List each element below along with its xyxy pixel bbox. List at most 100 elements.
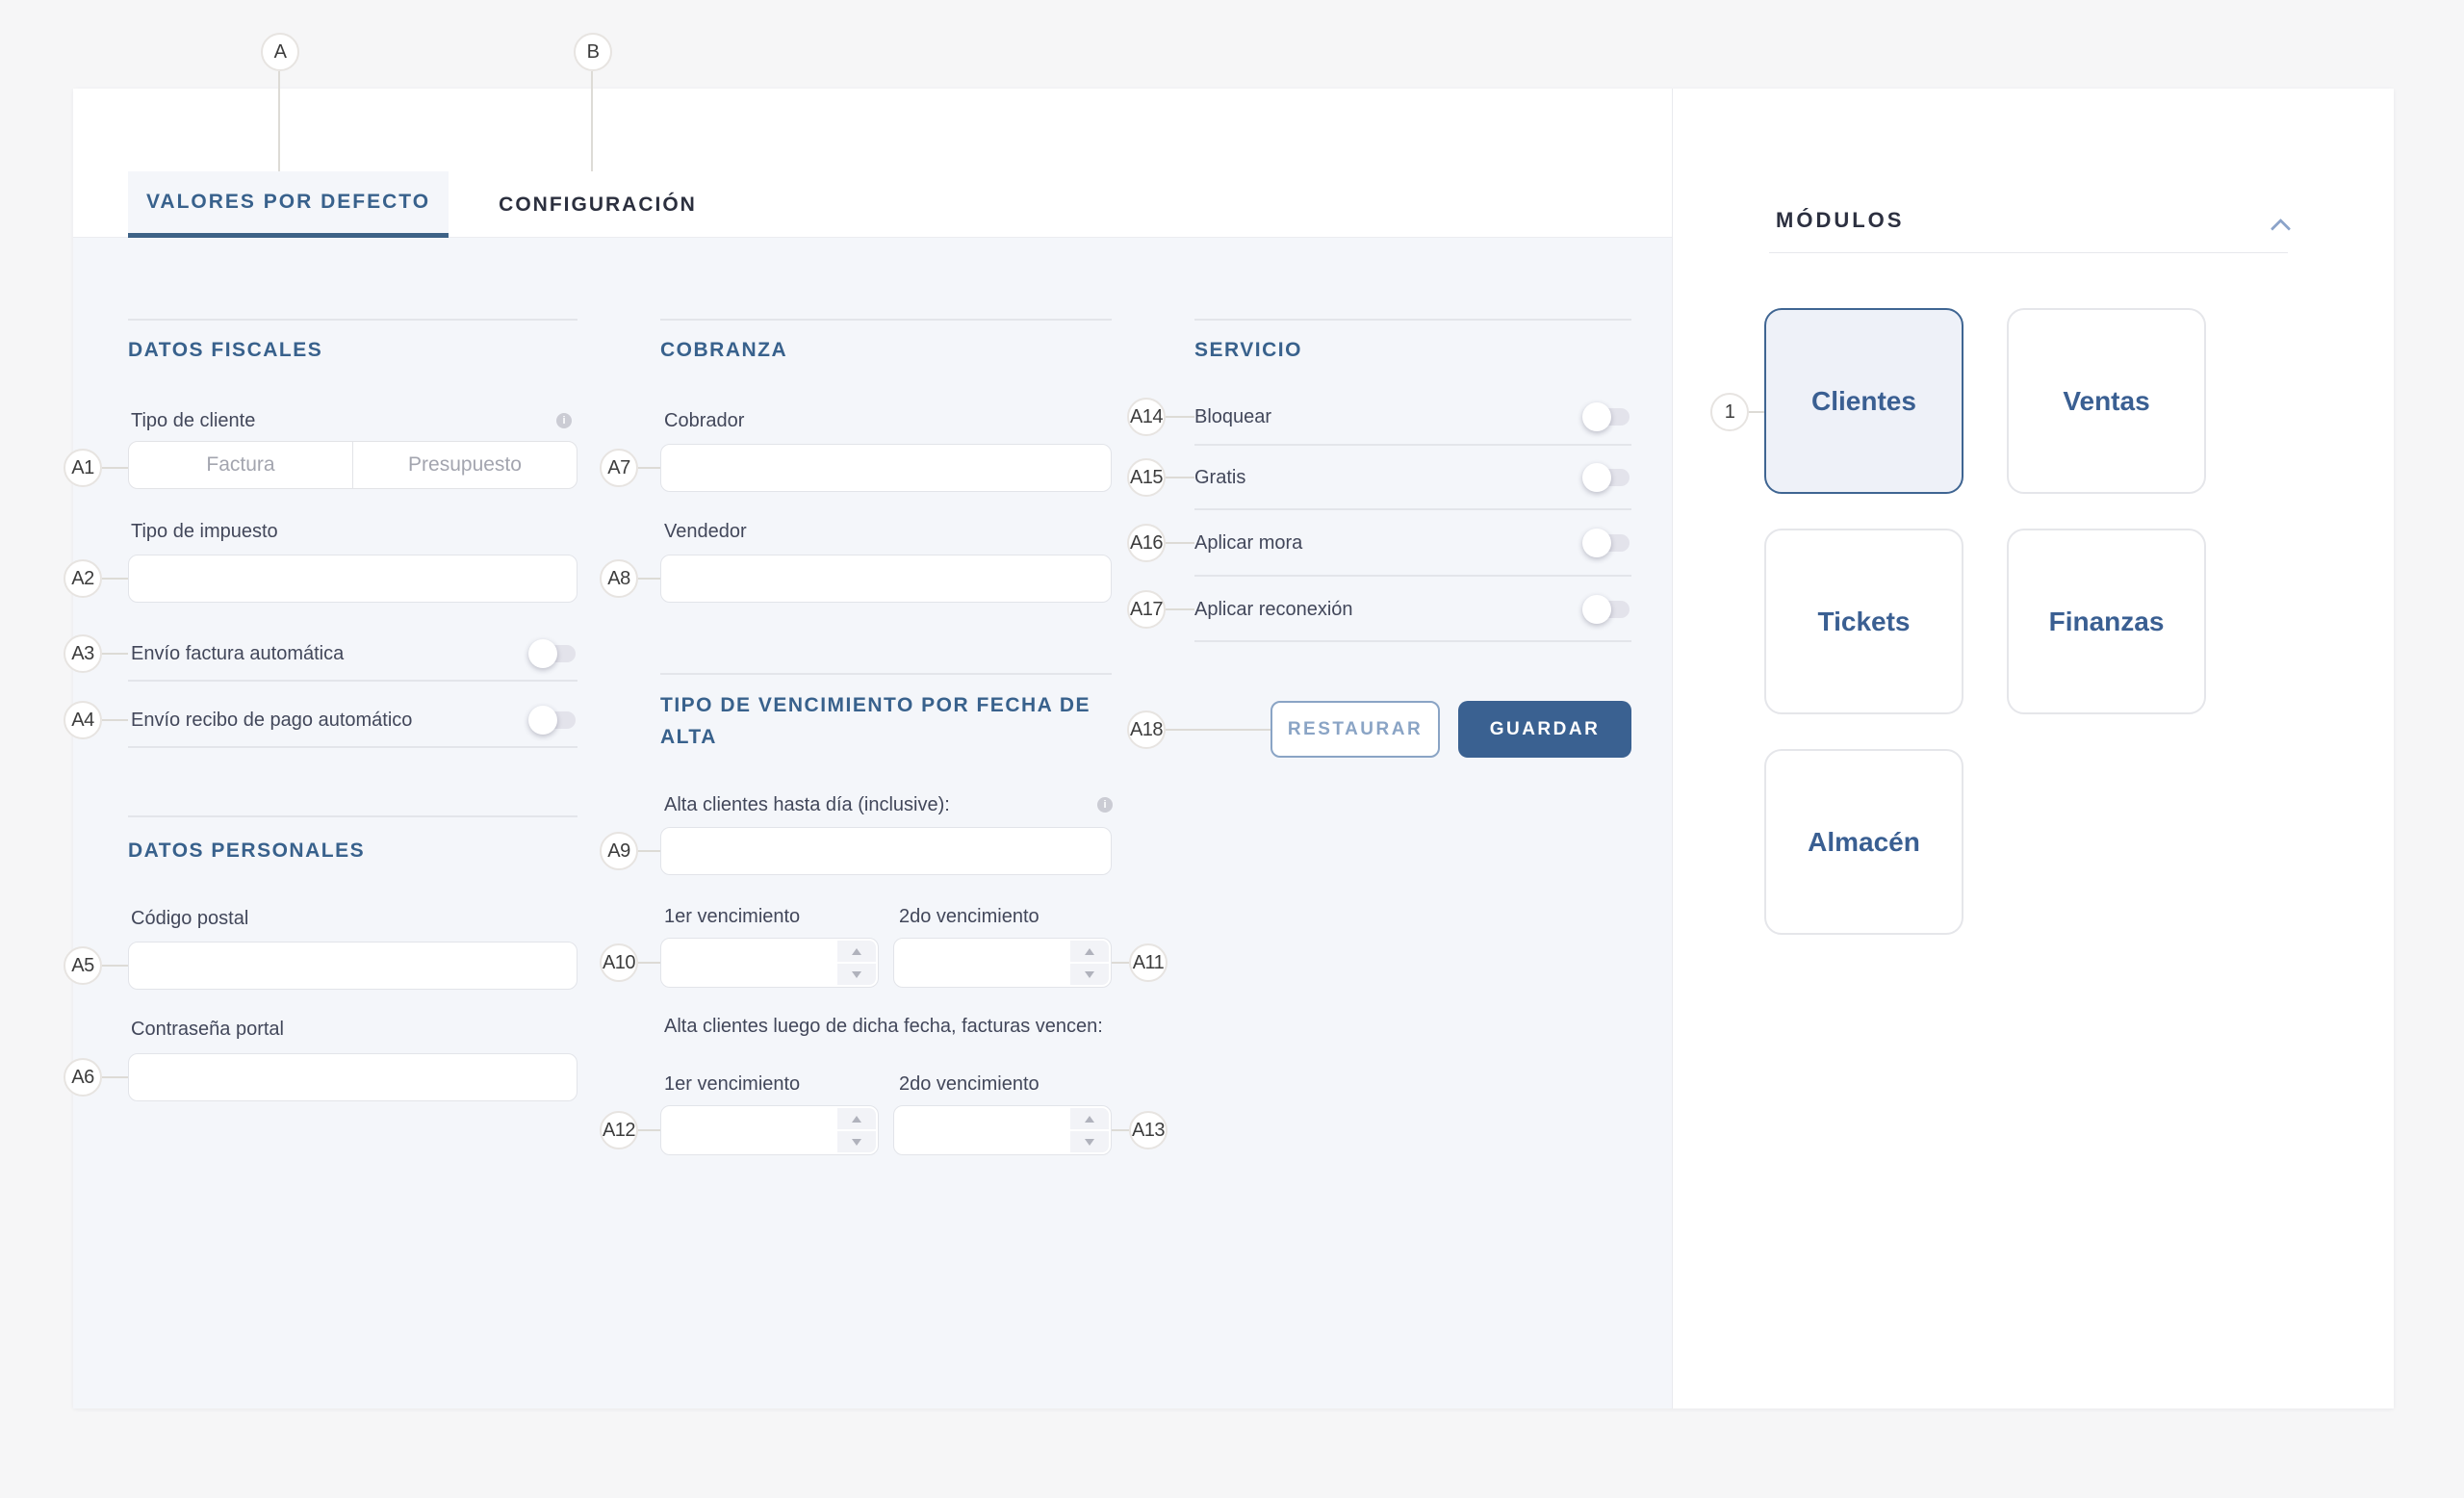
aplicar-reconexion-toggle[interactable]	[1584, 601, 1630, 618]
module-card-finanzas[interactable]: Finanzas	[2007, 529, 2206, 714]
module-card-clientes[interactable]: Clientes	[1764, 308, 1964, 494]
envio-factura-toggle[interactable]	[530, 645, 576, 662]
arrow-up-icon	[1085, 948, 1094, 955]
arrow-up-icon	[852, 948, 861, 955]
annotation-marker-a5: A5	[64, 946, 102, 985]
tipo-cliente-label: Tipo de cliente	[131, 408, 255, 433]
module-card-almacen[interactable]: Almacén	[1764, 749, 1964, 935]
envio-factura-label: Envío factura automática	[131, 641, 344, 666]
contrasena-portal-input[interactable]	[128, 1053, 578, 1101]
divider-datos-personales-top	[128, 815, 578, 817]
arrow-up-icon	[852, 1116, 861, 1123]
divider-datos-fiscales-top	[128, 319, 578, 321]
envio-recibo-toggle[interactable]	[530, 711, 576, 729]
segment-factura[interactable]: Factura	[129, 442, 353, 488]
segment-presupuesto[interactable]: Presupuesto	[353, 442, 577, 488]
spinner	[1070, 941, 1109, 985]
annotation-marker-1: 1	[1710, 393, 1749, 431]
toggle-knob	[528, 639, 557, 668]
annotation-marker-a6: A6	[64, 1058, 102, 1097]
aplicar-mora-toggle[interactable]	[1584, 534, 1630, 552]
divider-servicio-top	[1194, 319, 1631, 321]
annotation-line	[278, 71, 280, 171]
codigo-postal-input[interactable]	[128, 942, 578, 990]
restaurar-button[interactable]: RESTAURAR	[1270, 701, 1440, 758]
divider-row	[1194, 640, 1631, 642]
venc2-antes-label: 2do vencimiento	[899, 904, 1040, 929]
divider-row	[128, 746, 578, 748]
annotation-marker-a16: A16	[1127, 524, 1166, 562]
section-title-cobranza: COBRANZA	[660, 339, 787, 362]
annotation-line	[1112, 962, 1129, 964]
spinner-down-button[interactable]	[1070, 964, 1109, 985]
envio-recibo-label: Envío recibo de pago automático	[131, 708, 412, 733]
codigo-postal-label: Código postal	[131, 906, 248, 931]
spinner-down-button[interactable]	[837, 964, 876, 985]
guardar-button[interactable]: GUARDAR	[1458, 701, 1631, 758]
section-title-servicio: SERVICIO	[1194, 339, 1302, 362]
module-card-tickets[interactable]: Tickets	[1764, 529, 1964, 714]
annotation-marker-a9: A9	[600, 832, 638, 870]
gratis-label: Gratis	[1194, 465, 1245, 490]
alta-hasta-input[interactable]	[660, 827, 1112, 875]
annotation-marker-a12: A12	[600, 1111, 638, 1149]
arrow-down-icon	[1085, 971, 1094, 978]
info-icon[interactable]: i	[556, 413, 572, 428]
bloquear-toggle[interactable]	[1584, 408, 1630, 426]
annotation-line	[1166, 477, 1194, 478]
tipo-impuesto-input[interactable]	[128, 555, 578, 603]
tipo-cliente-segmented-control: Factura Presupuesto	[128, 441, 578, 489]
module-card-ventas[interactable]: Ventas	[2007, 308, 2206, 494]
gratis-toggle[interactable]	[1584, 469, 1630, 486]
vendedor-input[interactable]	[660, 555, 1112, 603]
annotation-marker-a1: A1	[64, 449, 102, 487]
spinner	[837, 941, 876, 985]
annotation-line	[638, 962, 660, 964]
spinner-down-button[interactable]	[837, 1131, 876, 1152]
section-title-datos-personales: DATOS PERSONALES	[128, 839, 365, 863]
divider-row	[1194, 508, 1631, 510]
venc1-antes-label: 1er vencimiento	[664, 904, 800, 929]
spinner-up-button[interactable]	[837, 1108, 876, 1129]
spinner	[837, 1108, 876, 1152]
annotation-line	[638, 850, 660, 852]
tab-valores-por-defecto[interactable]: VALORES POR DEFECTO	[128, 171, 449, 238]
toggle-knob	[1582, 463, 1611, 492]
divider-row	[1194, 444, 1631, 446]
toggle-knob	[1582, 595, 1611, 624]
divider-vencimiento-top	[660, 673, 1112, 675]
aplicar-mora-label: Aplicar mora	[1194, 530, 1302, 555]
toggle-knob	[528, 706, 557, 735]
annotation-marker-a10: A10	[600, 943, 638, 982]
annotation-line	[102, 578, 128, 580]
info-icon[interactable]: i	[1097, 797, 1113, 813]
annotation-line	[1166, 608, 1194, 610]
spinner-down-button[interactable]	[1070, 1131, 1109, 1152]
annotation-line	[1166, 729, 1270, 731]
annotation-line	[638, 467, 660, 469]
spinner	[1070, 1108, 1109, 1152]
annotation-line	[1749, 411, 1764, 413]
vendedor-label: Vendedor	[664, 519, 747, 544]
spinner-up-button[interactable]	[837, 941, 876, 962]
annotation-line	[1112, 1129, 1129, 1131]
annotation-line	[102, 719, 128, 721]
venc1-despues-stepper	[660, 1105, 879, 1155]
chevron-up-icon[interactable]	[2273, 218, 2289, 233]
alta-luego-label: Alta clientes luego de dicha fecha, fact…	[664, 1014, 1103, 1039]
annotation-line	[102, 1076, 128, 1078]
annotation-line	[591, 71, 593, 171]
annotation-line	[638, 1129, 660, 1131]
annotation-marker-a15: A15	[1127, 458, 1166, 497]
cobrador-input[interactable]	[660, 444, 1112, 492]
venc1-antes-stepper	[660, 938, 879, 988]
aplicar-reconexion-label: Aplicar reconexión	[1194, 597, 1353, 622]
spinner-up-button[interactable]	[1070, 941, 1109, 962]
annotation-marker-a: A	[261, 33, 299, 71]
annotation-marker-a17: A17	[1127, 590, 1166, 629]
annotation-line	[102, 965, 128, 967]
tab-configuracion[interactable]: CONFIGURACIÓN	[503, 171, 692, 238]
annotation-marker-a8: A8	[600, 559, 638, 598]
divider-row	[128, 680, 578, 682]
spinner-up-button[interactable]	[1070, 1108, 1109, 1129]
